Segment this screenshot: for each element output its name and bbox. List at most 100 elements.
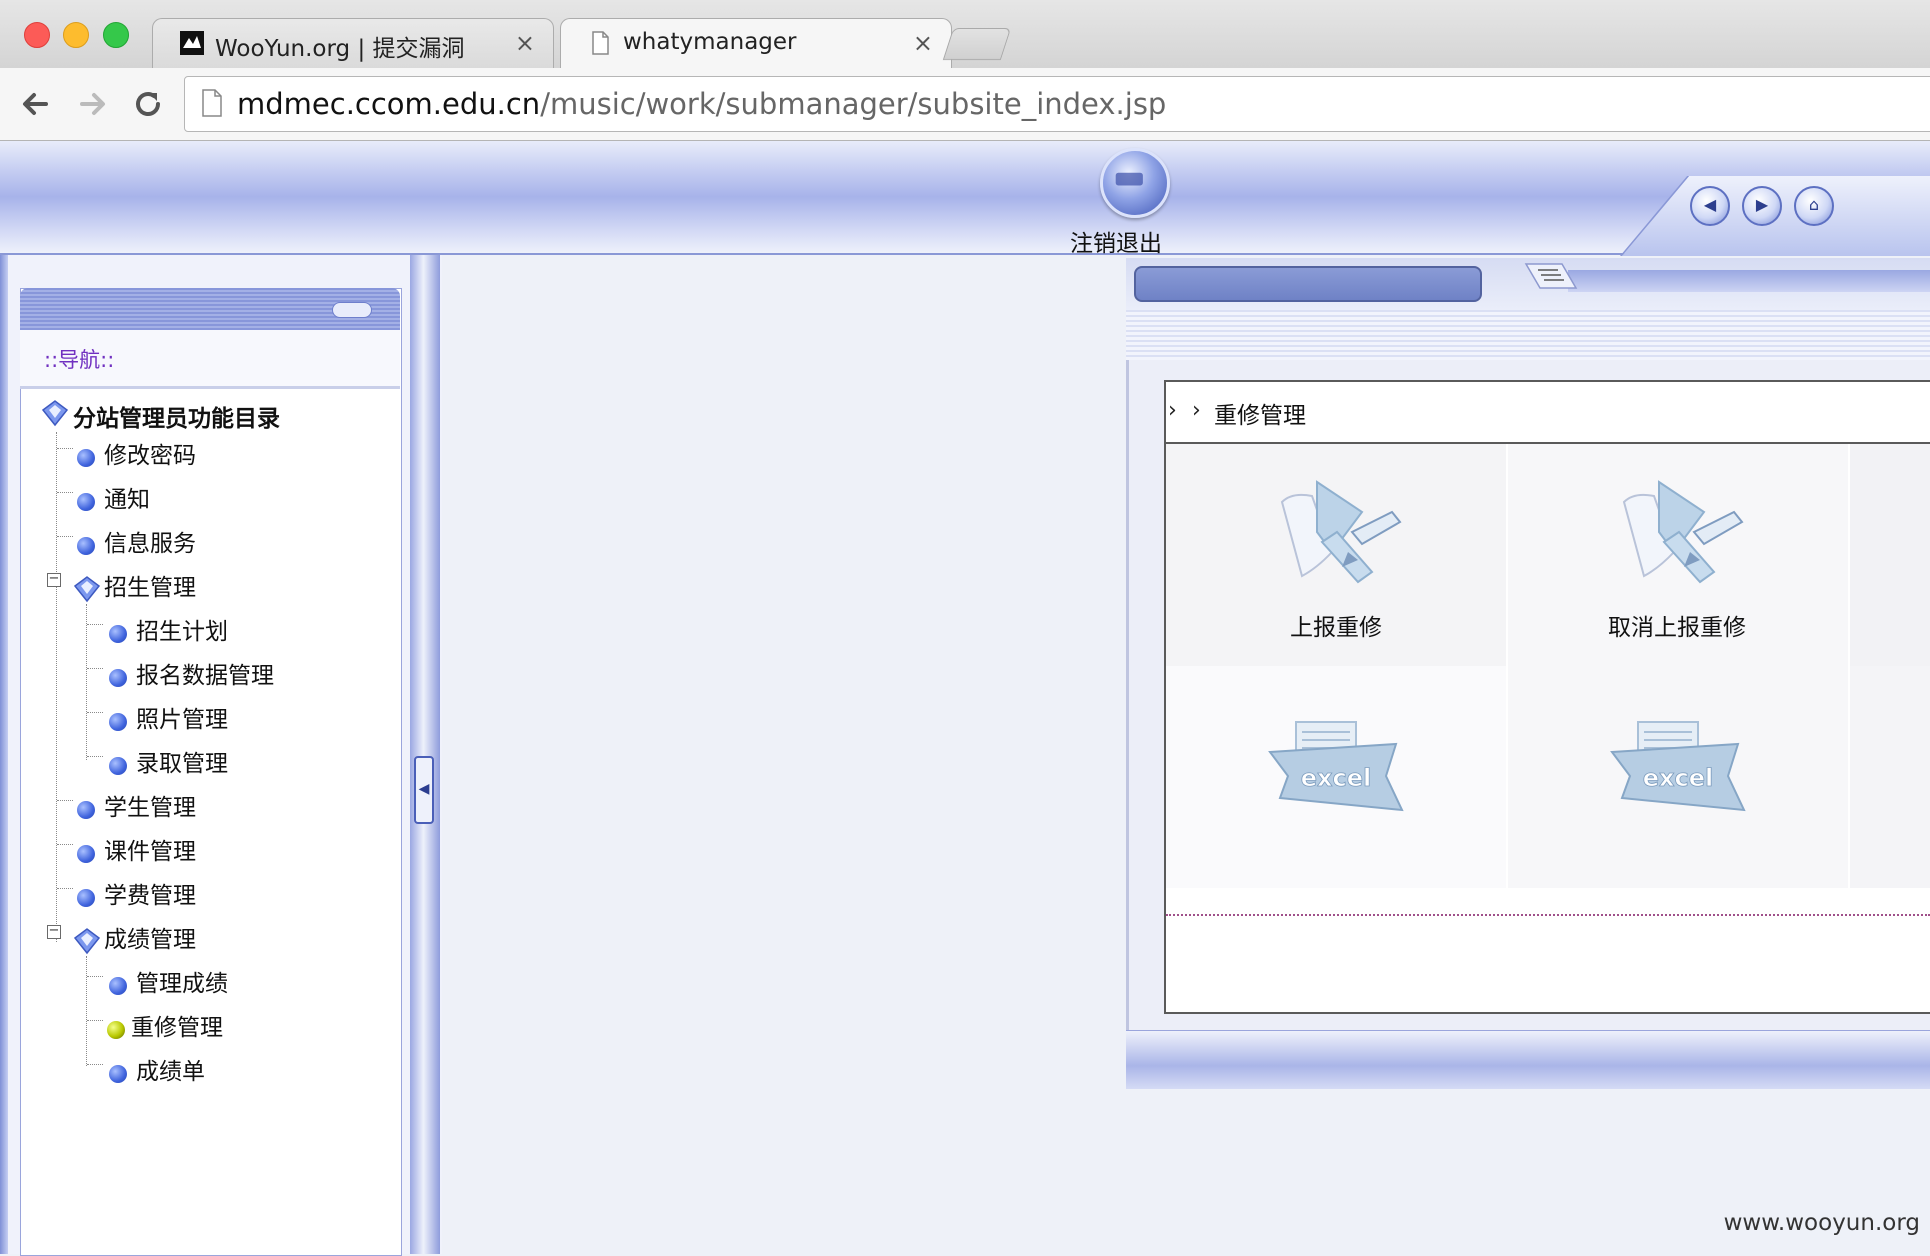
selected-node-dot-icon [107, 1021, 125, 1039]
main-panel-title-bar [1134, 266, 1482, 302]
logout-icon[interactable] [1100, 148, 1170, 218]
sidebar-item-photo[interactable]: 照片管理 [136, 700, 228, 734]
tree-line [86, 604, 87, 760]
reload-icon[interactable] [128, 84, 168, 124]
sidebar-item-enrollment[interactable]: 招生管理 [104, 568, 196, 602]
excel-icon-text: excel [1301, 764, 1372, 792]
section-title: 重修管理 [1214, 403, 1306, 429]
node-dot-icon [77, 889, 95, 907]
left-rail [0, 255, 8, 1254]
sidebar-item-admission[interactable]: 录取管理 [136, 744, 228, 778]
action-cell-excel-export-1[interactable]: excel [1166, 666, 1506, 888]
node-dot-icon [77, 537, 95, 555]
node-dot-icon [109, 713, 127, 731]
sidebar-item-students[interactable]: 学生管理 [104, 788, 196, 822]
collapse-pill-button[interactable] [332, 302, 372, 318]
address-bar[interactable]: mdmec.ccom.edu.cn/music/work/submanager/… [184, 76, 1930, 132]
collapse-toggle-icon[interactable]: − [47, 924, 61, 939]
wooyun-favicon-icon [180, 31, 204, 55]
tree-branch [57, 888, 73, 889]
nav-label: ::导航:: [44, 348, 115, 372]
tab-close-icon[interactable]: × [913, 29, 933, 57]
edit-report-icon [1280, 480, 1402, 584]
browser-tab-wooyun[interactable]: WooYun.org | 提交漏洞 × [152, 18, 554, 69]
home-icon[interactable]: ⌂ [1794, 186, 1834, 226]
action-cell-partial [1850, 666, 1930, 888]
back-nav-icon[interactable]: ◀ [1690, 186, 1730, 226]
browser-tab-whatymanager[interactable]: whatymanager × [560, 18, 952, 69]
action-cell-excel-export-2[interactable]: excel [1508, 666, 1848, 888]
sidebar-item-courseware[interactable]: 课件管理 [104, 832, 196, 866]
collapse-sidebar-icon[interactable]: ◀ [414, 756, 434, 824]
action-cell-partial [1850, 444, 1930, 666]
action-label: 取消上报重修 [1608, 615, 1746, 641]
main-panel-footer [1126, 1030, 1930, 1089]
browser-toolbar: mdmec.ccom.edu.cn/music/work/submanager/… [0, 68, 1930, 141]
node-dot-icon [109, 1065, 127, 1083]
tree-branch [87, 624, 103, 625]
sidebar-item-grades[interactable]: 成绩管理 [104, 920, 196, 954]
edit-report-icon [1622, 480, 1744, 584]
url-text: mdmec.ccom.edu.cn/music/work/submanager/… [237, 87, 1166, 121]
excel-icon-text: excel [1643, 764, 1714, 792]
url-host: mdmec.ccom.edu.cn [237, 87, 541, 121]
tab-title: whatymanager [623, 29, 797, 55]
node-dot-icon [109, 625, 127, 643]
back-arrow-icon[interactable] [16, 84, 56, 124]
tree-line [86, 956, 87, 1066]
watermark: www.wooyun.org [1723, 1210, 1920, 1236]
sidebar-item-retake[interactable]: 重修管理 [131, 1008, 223, 1042]
tree-branch [87, 668, 103, 669]
node-dot-icon [77, 845, 95, 863]
tree-branch [57, 844, 73, 845]
page-favicon-icon [592, 31, 609, 55]
tab-title: WooYun.org | 提交漏洞 [215, 36, 465, 62]
tree-branch [57, 536, 73, 537]
window-minimize-button[interactable] [63, 22, 89, 48]
action-cell-report-retake[interactable]: 上报重修 [1166, 444, 1506, 666]
chevron-right-icon: › [1192, 398, 1201, 423]
sidebar-item-transcript[interactable]: 成绩单 [136, 1052, 205, 1086]
folder-open-icon [41, 400, 69, 427]
sidebar-item-change-password[interactable]: 修改密码 [104, 436, 196, 470]
sidebar-item-notice[interactable]: 通知 [104, 480, 150, 514]
action-label: 上报重修 [1290, 615, 1382, 641]
action-cell-cancel-report-retake[interactable]: 取消上报重修 [1508, 444, 1848, 666]
node-dot-icon [109, 977, 127, 995]
folder-open-icon [73, 928, 101, 955]
list-menu-icon[interactable] [1522, 260, 1578, 290]
node-dot-icon [77, 493, 95, 511]
chevron-right-icon: › [1168, 398, 1177, 423]
tree-branch [87, 756, 103, 757]
main-panel-stripes [1126, 310, 1930, 360]
tree-branch [57, 800, 73, 801]
collapse-toggle-icon[interactable]: − [47, 572, 61, 587]
excel-export-icon: excel [1610, 721, 1746, 812]
sidebar-item-tuition[interactable]: 学费管理 [104, 876, 196, 910]
window-close-button[interactable] [24, 22, 50, 48]
tree-branch [57, 448, 73, 449]
node-dot-icon [77, 801, 95, 819]
node-dot-icon [77, 449, 95, 467]
main-panel-tab-line [1568, 270, 1930, 292]
forward-nav-icon[interactable]: ▶ [1742, 186, 1782, 226]
url-path: /music/work/submanager/subsite_index.jsp [540, 87, 1167, 121]
tree-branch [87, 976, 103, 977]
sidebar-item-enrollment-plan[interactable]: 招生计划 [136, 612, 228, 646]
new-tab-button[interactable] [942, 28, 1012, 60]
tree-root-label[interactable]: 分站管理员功能目录 [73, 399, 280, 433]
sidebar-item-manage-grades[interactable]: 管理成绩 [136, 964, 228, 998]
sidebar-item-info-service[interactable]: 信息服务 [104, 524, 196, 558]
browser-tab-bar: WooYun.org | 提交漏洞 × whatymanager × [0, 0, 1930, 69]
tab-close-icon[interactable]: × [515, 29, 535, 57]
excel-export-icon: excel [1268, 721, 1404, 812]
forward-arrow-icon[interactable] [72, 84, 112, 124]
tree-branch [87, 712, 103, 713]
tree-branch [87, 1020, 103, 1021]
logout-link[interactable]: 注销退出 [1070, 224, 1162, 258]
content-divider [1166, 914, 1930, 916]
sidebar-item-registration-data[interactable]: 报名数据管理 [136, 656, 274, 690]
frame-splitter[interactable] [410, 255, 440, 1254]
page-icon [202, 89, 222, 117]
window-zoom-button[interactable] [103, 22, 129, 48]
